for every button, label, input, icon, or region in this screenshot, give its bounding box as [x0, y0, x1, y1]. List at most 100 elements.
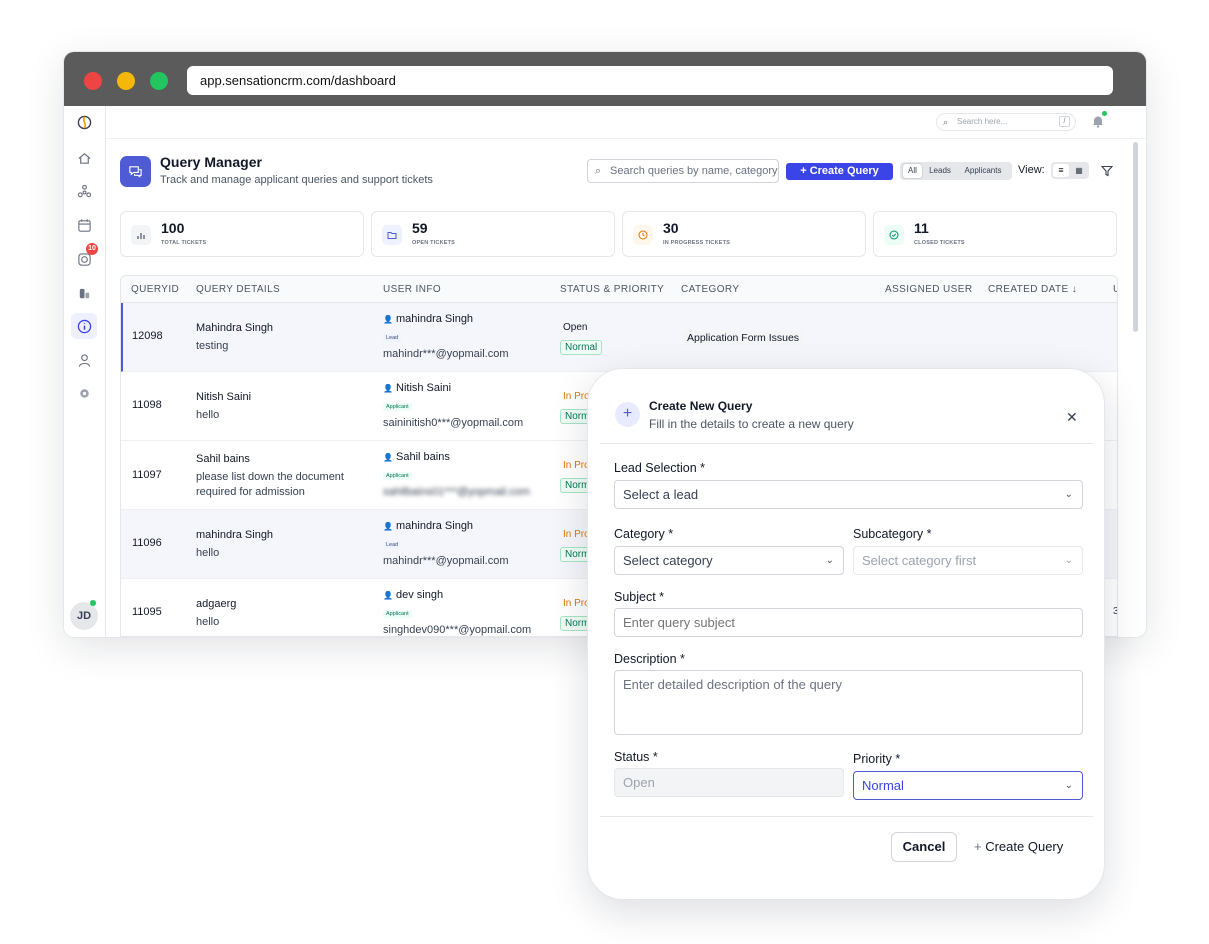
column-header[interactable]: CATEGORY: [681, 284, 739, 295]
user-icon[interactable]: [76, 352, 92, 368]
divider: [600, 443, 1093, 444]
query-id: 11098: [132, 399, 162, 411]
status-badge: Open: [563, 322, 588, 333]
stat-value: 100: [161, 220, 185, 236]
query-detail: testing: [196, 340, 229, 352]
priority-label: Priority *: [853, 752, 901, 766]
plus-icon: +: [974, 839, 986, 854]
logo-icon[interactable]: [76, 114, 92, 130]
view-label: View:: [1018, 164, 1045, 176]
category-select[interactable]: Select category ⌄: [614, 546, 844, 575]
stat-label: TOTAL TICKETS: [161, 240, 207, 246]
filter-icon[interactable]: [1100, 164, 1114, 177]
grid-view-icon[interactable]: ▦: [1071, 164, 1087, 177]
stat-label: CLOSED TICKETS: [914, 240, 965, 246]
subject-label: Subject *: [614, 590, 665, 604]
query-search-placeholder: Search queries by name, category: [610, 165, 778, 177]
column-header[interactable]: QUERYID: [131, 284, 179, 295]
stat-card-closed: 11 CLOSED TICKETS: [873, 211, 1117, 257]
user-name: mahindra Singh: [396, 520, 474, 532]
stat-label: OPEN TICKETS: [412, 240, 456, 246]
check-circle-icon: [884, 225, 904, 245]
submit-create-query-label: Create Query: [985, 839, 1064, 854]
shortcut-key: /: [1059, 116, 1070, 127]
filter-leads[interactable]: Leads: [925, 164, 955, 178]
query-detail: hello: [196, 409, 220, 421]
priority-select[interactable]: Normal ⌄: [853, 771, 1083, 800]
home-icon[interactable]: [76, 150, 92, 166]
description-label: Description *: [614, 652, 685, 666]
stat-value: 30: [663, 220, 679, 236]
query-id: 11095: [132, 606, 162, 618]
address-bar[interactable]: app.sensationcrm.com/dashboard: [187, 66, 1113, 95]
column-header[interactable]: U: [1113, 284, 1117, 295]
user-icon: 👤: [383, 453, 393, 462]
column-header[interactable]: USER INFO: [383, 284, 441, 295]
divider: [600, 816, 1093, 817]
info-icon[interactable]: [76, 318, 92, 334]
list-view-icon[interactable]: ≡: [1053, 164, 1069, 177]
user-type-tag: Lead: [383, 334, 402, 342]
filter-applicants[interactable]: Applicants: [958, 164, 1008, 178]
subcategory-label: Subcategory *: [853, 527, 932, 541]
query-detail: hello: [196, 616, 220, 628]
user-icon: 👤: [383, 315, 393, 324]
user-name: dev singh: [396, 589, 444, 601]
user-type-tag: Applicant: [383, 472, 412, 480]
network-icon[interactable]: [76, 183, 92, 199]
close-window-button[interactable]: [84, 72, 102, 90]
query-name: Mahindra Singh: [196, 322, 274, 334]
calendar-icon[interactable]: [76, 217, 92, 233]
global-search-input[interactable]: ⌕ Search here... /: [936, 113, 1076, 131]
table-row[interactable]: 12098 Mahindra Singh testing 👤 mahindra …: [121, 303, 1117, 372]
search-icon: ⌕: [595, 165, 602, 177]
column-header[interactable]: QUERY DETAILS: [196, 284, 280, 295]
category-select-value: Select category: [623, 553, 713, 568]
lead-selection-label: Lead Selection *: [614, 461, 706, 475]
scrollbar[interactable]: [1133, 142, 1138, 332]
column-header[interactable]: STATUS & PRIORITY: [560, 284, 664, 295]
priority-select-value: Normal: [862, 778, 904, 793]
description-textarea[interactable]: Enter detailed description of the query: [614, 670, 1083, 735]
priority-badge: Normal: [560, 340, 603, 355]
page-subtitle: Track and manage applicant queries and s…: [160, 174, 433, 186]
user-email: singhdev090***@yopmail.com: [383, 624, 532, 636]
query-id: 11096: [132, 537, 162, 549]
user-email: mahindr***@yopmail.com: [383, 555, 509, 567]
maximize-window-button[interactable]: [150, 72, 168, 90]
minimize-window-button[interactable]: [117, 72, 135, 90]
sidebar: 10 JD: [64, 106, 106, 637]
user-icon: 👤: [383, 384, 393, 393]
category-label: Category *: [614, 527, 674, 541]
avatar[interactable]: JD: [70, 602, 98, 630]
settings-icon[interactable]: [76, 385, 92, 401]
subject-input[interactable]: [614, 608, 1083, 637]
column-header[interactable]: CREATED DATE ↓: [988, 284, 1077, 295]
modal-subtitle: Fill in the details to create a new quer…: [649, 417, 854, 431]
table-header: QUERYID QUERY DETAILS USER INFO STATUS &…: [121, 276, 1117, 303]
create-query-button[interactable]: + Create Query: [786, 163, 893, 180]
submit-create-query-button[interactable]: + Create Query: [974, 832, 1080, 862]
query-id: 12098: [132, 330, 163, 342]
column-header[interactable]: ASSIGNED USER: [885, 284, 972, 295]
user-email: mahindr***@yopmail.com: [383, 348, 509, 360]
user-icon: 👤: [383, 591, 393, 600]
cancel-button[interactable]: Cancel: [891, 832, 957, 862]
query-detail: please list down the document: [196, 471, 344, 483]
query-search-input[interactable]: ⌕ Search queries by name, category: [587, 159, 779, 183]
subcategory-select-value: Select category first: [862, 553, 977, 568]
filter-all[interactable]: All: [903, 164, 922, 178]
clock-icon: [633, 225, 653, 245]
subcategory-select[interactable]: Select category first ⌄: [853, 546, 1083, 575]
page-title: Query Manager: [160, 154, 262, 170]
query-name: Nitish Saini: [196, 391, 252, 403]
stat-card-open: 59 OPEN TICKETS: [371, 211, 615, 257]
close-icon[interactable]: ✕: [1066, 409, 1078, 426]
lead-select[interactable]: Select a lead ⌄: [614, 480, 1083, 509]
query-detail: hello: [196, 547, 220, 559]
bell-icon[interactable]: [1092, 115, 1104, 128]
user-email: sahilbains01***@yopmail.com: [383, 486, 530, 498]
extra-cell: 3: [1113, 606, 1117, 617]
documents-icon[interactable]: [76, 285, 92, 301]
query-manager-icon: [120, 156, 151, 187]
